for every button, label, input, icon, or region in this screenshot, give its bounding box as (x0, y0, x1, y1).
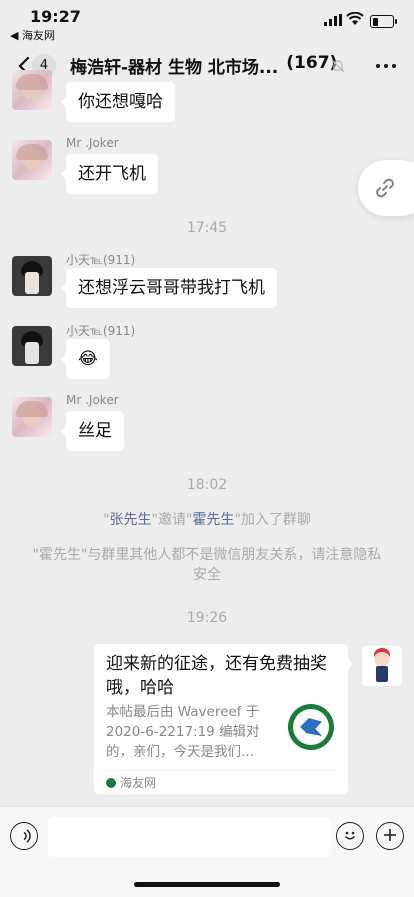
plus-icon[interactable] (376, 822, 404, 850)
group-name: 梅浩轩-器材 生物 北市场... (70, 58, 279, 78)
message-bubble[interactable]: 😂 (61, 339, 110, 379)
status-time: 19:27 (30, 7, 81, 26)
signal-icon (324, 14, 342, 26)
chat-title: 梅浩轩-器材 生物 北市场... (167) (70, 53, 350, 78)
chat-header: 4 梅浩轩-器材 生物 北市场... (167) (0, 44, 414, 90)
invitee-name-link[interactable]: 霍先生 (192, 512, 234, 528)
card-source-label: 海友网 (120, 776, 157, 790)
more-options-button[interactable] (376, 64, 396, 68)
timestamp: 17:45 (186, 220, 228, 236)
avatar[interactable] (12, 397, 52, 437)
shared-link-card[interactable]: 迎来新的征途，还有免费抽奖哦，哈哈 本帖最后由 Wavereef 于 2020-… (94, 644, 353, 794)
emoji-icon[interactable] (336, 822, 364, 850)
voice-icon[interactable] (10, 822, 38, 850)
sender-name: Mr .Joker (66, 393, 119, 407)
card-source: 海友网 (106, 774, 156, 791)
sender-name: Mr .Joker (66, 136, 119, 150)
timestamp: 18:02 (186, 477, 228, 493)
wifi-icon (346, 12, 364, 25)
avatar[interactable] (12, 326, 52, 366)
link-icon (376, 178, 394, 198)
home-indicator[interactable] (134, 882, 280, 887)
battery-icon (370, 15, 397, 28)
inviter-name-link[interactable]: 张先生 (110, 512, 152, 528)
source-logo-icon (106, 778, 116, 788)
system-message-privacy: "霍先生"与群里其他人都不是微信朋友关系，请注意隐私安全 (32, 547, 382, 583)
card-divider (106, 770, 336, 771)
avatar[interactable] (12, 140, 52, 180)
message-input[interactable] (48, 817, 330, 857)
avatar[interactable] (12, 70, 52, 110)
message-bubble[interactable]: 还开飞机 (61, 154, 158, 194)
system-message-join: "张先生"邀请"霍先生"加入了群聊 (30, 510, 384, 530)
message-bubble[interactable]: 丝足 (61, 411, 124, 451)
system-text: "邀请" (151, 512, 193, 528)
sender-name: 小天℡(911) (66, 253, 136, 267)
card-description: 本帖最后由 Wavereef 于 2020-6-2217:19 编辑对的，亲们，… (106, 704, 260, 760)
message-bubble[interactable]: 你还想嘎哈 (61, 82, 175, 122)
message-bubble[interactable]: 还想浮云哥哥带我打飞机 (61, 268, 277, 308)
sender-name: 小天℡(911) (66, 324, 136, 338)
system-text: "加入了群聊 (234, 512, 311, 528)
status-bar: 19:27 ◀ 海友网 (0, 0, 414, 44)
my-avatar[interactable] (362, 646, 402, 686)
mute-bell-icon (331, 59, 345, 73)
back-to-app-link[interactable]: ◀ 海友网 (10, 27, 55, 43)
avatar[interactable] (12, 256, 52, 296)
card-title: 迎来新的征途，还有免费抽奖哦，哈哈 (106, 654, 327, 698)
timestamp: 19:26 (186, 610, 228, 626)
floating-link-button[interactable] (358, 160, 414, 216)
battery-fill (372, 17, 379, 26)
card-thumbnail (288, 704, 334, 750)
